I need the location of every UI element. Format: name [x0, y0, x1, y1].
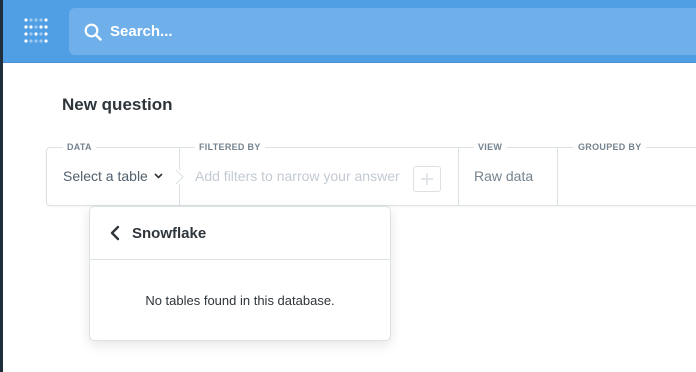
database-name: Snowflake: [132, 224, 207, 242]
filtered-by-section-label: FILTERED BY: [195, 142, 265, 152]
app-window: New question DATA FILTERED BY VIEW GROUP…: [0, 0, 696, 372]
select-table-dropdown[interactable]: Select a table: [63, 168, 163, 184]
chevron-right-icon: [175, 170, 185, 184]
view-section-label: VIEW: [474, 142, 507, 152]
chevron-left-icon: [110, 225, 120, 241]
table-picker-popover: Snowflake No tables found in this databa…: [89, 206, 391, 341]
search-icon: [84, 23, 102, 41]
grouped-by-section-label: GROUPED BY: [574, 142, 646, 152]
empty-state-message: No tables found in this database.: [145, 293, 335, 308]
query-builder: DATA FILTERED BY VIEW GROUPED BY Select …: [46, 142, 696, 206]
data-section-label: DATA: [63, 142, 96, 152]
add-filter-button[interactable]: [413, 166, 441, 192]
plus-icon: [421, 173, 433, 185]
section-divider: [458, 148, 459, 205]
select-table-label: Select a table: [63, 168, 148, 184]
page-title: New question: [62, 95, 173, 114]
view-selector[interactable]: Raw data: [474, 168, 533, 184]
search-bar[interactable]: [69, 8, 696, 55]
top-nav: [3, 0, 696, 63]
section-divider: [557, 148, 558, 205]
search-input[interactable]: [110, 23, 670, 40]
filter-placeholder: Add filters to narrow your answer: [195, 168, 400, 184]
back-to-databases-button[interactable]: Snowflake: [90, 207, 390, 260]
metabase-logo-icon[interactable]: [23, 17, 49, 45]
chevron-down-icon: [154, 173, 163, 179]
